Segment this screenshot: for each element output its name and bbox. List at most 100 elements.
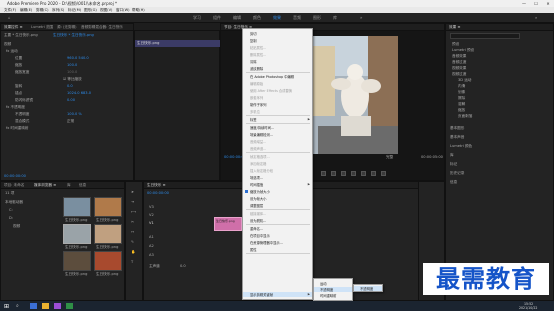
extract-icon[interactable] [371, 171, 376, 176]
menu-item-set-to-frame[interactable]: 设为帧大小 [250, 196, 266, 201]
slip-tool-icon[interactable]: ↔ [131, 230, 134, 234]
effects-tree-item[interactable]: 页面剥落 [458, 114, 472, 119]
step-back-icon[interactable] [331, 171, 336, 176]
menu-item-cut[interactable]: 剪切 [250, 31, 257, 36]
taskbar-app-icon[interactable] [42, 303, 49, 309]
media-thumbnail[interactable] [94, 251, 122, 271]
menu-item-edit-original[interactable]: 编辑原始 [250, 81, 263, 86]
tab-source[interactable]: 源: (无剪辑) [57, 25, 77, 30]
menu-item-frame-hold-options[interactable]: 帧定格选项... [250, 154, 270, 159]
premiere-icon[interactable] [54, 303, 61, 309]
play-icon[interactable] [341, 171, 346, 176]
search-icon[interactable]: ⌕ [16, 303, 23, 309]
media-thumbnail[interactable] [63, 224, 91, 244]
menu-item-label[interactable]: 标签 [250, 117, 257, 122]
close-button[interactable]: ✕ [542, 0, 554, 7]
folder-item[interactable]: 视频 [13, 224, 20, 229]
taskbar-app-icon[interactable] [66, 303, 73, 309]
timeline-clip[interactable]: 生日快乐.png [214, 217, 242, 231]
menu-item-remove-attributes[interactable]: 删除属性... [250, 52, 266, 57]
selection-tool-icon[interactable]: ➤ [131, 190, 134, 194]
param-value[interactable]: 1024.0 683.0 [67, 91, 91, 95]
param-value[interactable]: 100.0 [67, 63, 77, 67]
param-value[interactable]: 100.0 % [67, 112, 82, 116]
track-label[interactable]: A1 [149, 235, 154, 239]
menu-item-properties[interactable]: 属性 [250, 247, 257, 252]
tab-effect-controls[interactable]: 效果控件 ≡ [4, 25, 23, 30]
track-label[interactable]: V1 [149, 221, 154, 225]
menu-item-audio-gain[interactable]: 音频增益... [250, 139, 266, 144]
mark-in-icon[interactable] [321, 171, 326, 176]
tab-lumetri-scopes[interactable]: Lumetri 范围 [31, 25, 53, 30]
param-row[interactable]: fx 运动 [6, 49, 18, 54]
clip-bar[interactable]: 生日快乐.png [135, 40, 221, 47]
effects-tree-item[interactable]: 划像 [458, 90, 465, 95]
blend-mode-select[interactable]: 正常 [67, 119, 74, 124]
panel-link[interactable]: 库 [450, 153, 454, 158]
effects-tree-item[interactable]: 3D 运动 [458, 78, 471, 83]
menu-item-add-frame-hold[interactable]: 添加帧定格 [250, 161, 266, 166]
param-row[interactable]: fx 时间重映射 [6, 126, 29, 131]
submenu-item-opacity-value[interactable]: 不透明度 [354, 286, 382, 291]
tab-audio-mixer[interactable]: 音频剪辑混合器: 生日快乐 [81, 25, 123, 30]
search-icon[interactable]: ⌕ [535, 15, 537, 20]
media-thumbnail[interactable] [94, 224, 122, 244]
effects-tree-item[interactable]: 音频过渡 [452, 60, 466, 65]
menu-item-copy[interactable]: 复制 [250, 38, 257, 43]
effects-tree-item[interactable]: 视频过渡 [452, 72, 466, 77]
tab-effects[interactable]: 效果 ≡ [449, 25, 460, 30]
workspace-editing[interactable]: 编辑 [233, 15, 241, 21]
sequence-clip[interactable]: 生日快乐 * 生日快乐.png [53, 33, 94, 38]
track-label[interactable]: A3 [149, 253, 154, 257]
effects-search-input[interactable] [450, 33, 520, 39]
workspace-color[interactable]: 颜色 [253, 15, 261, 21]
menu-item-clear[interactable]: 清除 [250, 59, 257, 64]
menu-item-insert-frame-hold[interactable]: 插入帧定格分段 [250, 168, 273, 173]
menu-item-make-subsequence[interactable]: 制作子序列 [250, 102, 266, 107]
export-frame-icon[interactable] [381, 171, 386, 176]
media-thumbnail[interactable] [63, 251, 91, 271]
menu-item-scale-to-frame[interactable]: 缩放为帧大小 [250, 189, 270, 194]
menu-item-multicam[interactable]: 多机位 [250, 109, 260, 114]
effects-tree-item[interactable]: 内滑 [458, 84, 465, 89]
ripple-edit-tool-icon[interactable]: ⟷ [131, 210, 136, 214]
effects-tree-item[interactable]: 擦除 [458, 96, 465, 101]
track-label[interactable]: V2 [149, 213, 154, 217]
menu-item-paste-attributes[interactable]: 粘贴属性... [250, 45, 266, 50]
workspace-graphics[interactable]: 图形 [313, 15, 321, 21]
menu-item-link-media[interactable]: 链接媒体... [250, 211, 266, 216]
menu-item-show-keyframes[interactable]: 显示剪辑关键帧 [243, 292, 312, 297]
submenu-item-opacity[interactable]: 不透明度 [314, 287, 352, 292]
folder-item[interactable]: 本地驱动器 [5, 200, 23, 205]
tab-sequence[interactable]: 生日快乐 ≡ [147, 183, 166, 188]
folder-item[interactable]: C: [9, 208, 13, 212]
param-value[interactable]: 960.0 540.0 [67, 56, 89, 60]
panel-link[interactable]: Lumetri 颜色 [450, 144, 472, 149]
param-row[interactable]: fx 不透明度 [6, 105, 25, 110]
panel-link[interactable]: 基本图形 [450, 126, 464, 131]
track-label[interactable]: A2 [149, 244, 154, 248]
timeline-timecode[interactable]: 00:00:00:00 [147, 191, 169, 195]
workspace-libraries[interactable]: 库 [333, 15, 337, 21]
tab-media-browser[interactable]: 媒体浏览器 ≡ [34, 183, 56, 188]
pen-tool-icon[interactable]: ✎ [131, 240, 134, 244]
uniform-scale-checkbox[interactable]: ☑ 等比缩放 [63, 77, 82, 82]
menu-item-adjustment-layer[interactable]: 调整图层 [250, 203, 263, 208]
workspace-audio[interactable]: 音频 [293, 15, 301, 21]
effects-tree-item[interactable]: 溶解 [458, 102, 465, 107]
effects-tree-item[interactable]: 视频效果 [452, 66, 466, 71]
menu-item-audio-channels[interactable]: 音频声道... [250, 146, 266, 151]
track-label[interactable]: V3 [149, 205, 154, 209]
taskbar-app-icon[interactable] [30, 303, 37, 309]
media-thumbnail[interactable] [63, 197, 91, 217]
workspace-learn[interactable]: 学习 [193, 15, 201, 21]
menu-item-replace-ae[interactable]: 使用 After Effects 合成替换 [250, 88, 292, 93]
effects-tree-item[interactable]: 音频效果 [452, 54, 466, 59]
workspace-assembly[interactable]: 组件 [213, 15, 221, 21]
panel-link[interactable]: 基本声音 [450, 135, 464, 140]
menu-item-nest[interactable]: 嵌套序列 [250, 95, 263, 100]
media-thumbnail[interactable] [94, 197, 122, 217]
step-forward-icon[interactable] [351, 171, 356, 176]
workspace-effects[interactable]: 效果 [273, 15, 281, 21]
home-icon[interactable]: ⌂ [8, 15, 11, 20]
